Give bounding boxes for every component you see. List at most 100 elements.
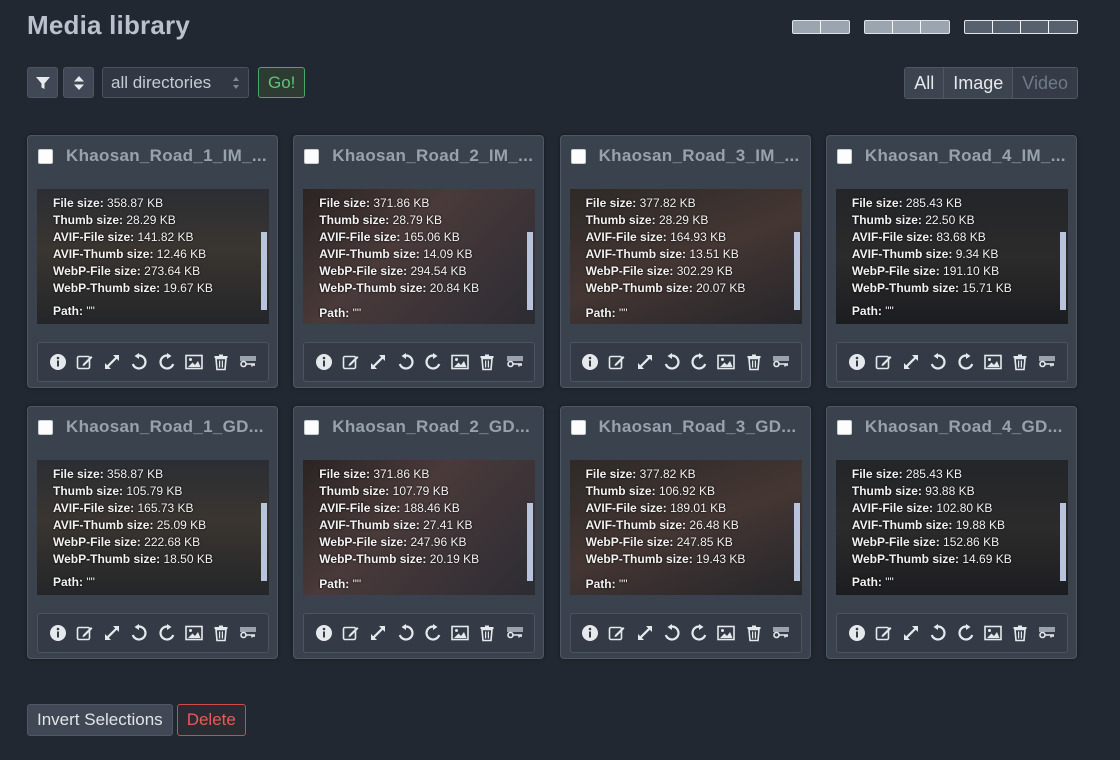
key-button[interactable]	[239, 624, 257, 642]
key-button[interactable]	[239, 353, 257, 371]
type-image-button[interactable]: Image	[944, 68, 1014, 98]
info-button[interactable]	[848, 624, 866, 642]
key-button[interactable]	[772, 353, 790, 371]
trash-button[interactable]	[478, 624, 496, 642]
rotate-left-button[interactable]	[130, 353, 148, 371]
rotate-right-button[interactable]	[424, 353, 442, 371]
media-thumbnail[interactable]: File size: 285.43 KB Thumb size: 22.50 KB…	[835, 189, 1068, 324]
expand-button[interactable]	[902, 353, 920, 371]
trash-button[interactable]	[212, 353, 230, 371]
invert-selections-button[interactable]: Invert Selections	[27, 704, 173, 736]
delete-button[interactable]: Delete	[176, 704, 246, 736]
media-thumbnail[interactable]: File size: 371.86 KB Thumb size: 107.79 K…	[303, 460, 536, 595]
key-button[interactable]	[1038, 353, 1056, 371]
select-checkbox[interactable]	[38, 419, 53, 435]
scrollbar[interactable]	[527, 232, 534, 310]
expand-button[interactable]	[369, 353, 387, 371]
rotate-left-button[interactable]	[663, 624, 681, 642]
go-button[interactable]: Go!	[258, 67, 306, 98]
directory-select[interactable]: all directories	[102, 67, 249, 98]
edit-button[interactable]	[608, 353, 626, 371]
key-button[interactable]	[772, 624, 790, 642]
info-button[interactable]	[581, 353, 599, 371]
filter-button[interactable]	[27, 67, 58, 98]
media-card[interactable]: Khaosan_Road_4_GD... File size: 285.43 KB…	[825, 406, 1077, 659]
info-button[interactable]	[49, 353, 67, 371]
type-all-button[interactable]: All	[905, 68, 945, 98]
trash-button[interactable]	[745, 624, 763, 642]
select-checkbox[interactable]	[304, 419, 320, 435]
scrollbar[interactable]	[261, 503, 267, 581]
scrollbar[interactable]	[1059, 232, 1066, 310]
expand-button[interactable]	[369, 624, 387, 642]
trash-button[interactable]	[745, 353, 763, 371]
scrollbar[interactable]	[1059, 503, 1066, 581]
media-thumbnail[interactable]: File size: 371.86 KB Thumb size: 28.79 KB…	[303, 189, 536, 324]
rotate-right-button[interactable]	[957, 353, 975, 371]
type-video-button[interactable]: Video	[1013, 68, 1077, 98]
trash-button[interactable]	[1011, 353, 1029, 371]
image-button[interactable]	[717, 624, 736, 642]
rotate-right-button[interactable]	[957, 624, 975, 642]
sort-button[interactable]	[63, 67, 94, 98]
image-button[interactable]	[185, 624, 203, 642]
rotate-left-button[interactable]	[929, 353, 947, 371]
scrollbar[interactable]	[793, 503, 800, 581]
select-checkbox[interactable]	[570, 419, 586, 435]
media-card[interactable]: Khaosan_Road_3_IM_... File size: 377.82 K…	[559, 135, 811, 388]
rotate-left-button[interactable]	[397, 353, 415, 371]
media-thumbnail[interactable]: File size: 285.43 KB Thumb size: 93.88 KB…	[835, 460, 1068, 595]
image-button[interactable]	[717, 353, 736, 371]
layout-4-columns-button[interactable]	[964, 20, 1078, 34]
image-button[interactable]	[983, 624, 1002, 642]
image-button[interactable]	[451, 624, 469, 642]
media-thumbnail[interactable]: File size: 377.82 KB Thumb size: 28.29 KB…	[569, 189, 802, 324]
scrollbar[interactable]	[261, 232, 267, 310]
media-card[interactable]: Khaosan_Road_2_IM_... File size: 371.86 K…	[293, 135, 545, 388]
edit-button[interactable]	[875, 624, 893, 642]
rotate-right-button[interactable]	[690, 624, 708, 642]
rotate-left-button[interactable]	[397, 624, 415, 642]
media-card[interactable]: Khaosan_Road_2_GD... File size: 371.86 KB…	[293, 406, 545, 659]
edit-button[interactable]	[608, 624, 626, 642]
key-button[interactable]	[506, 624, 524, 642]
media-card[interactable]: Khaosan_Road_1_GD... File size: 358.87 KB…	[27, 406, 278, 659]
expand-button[interactable]	[103, 624, 121, 642]
select-checkbox[interactable]	[836, 419, 852, 435]
select-checkbox[interactable]	[38, 148, 53, 164]
layout-3-columns-button[interactable]	[864, 20, 950, 34]
trash-button[interactable]	[1011, 624, 1029, 642]
image-button[interactable]	[185, 353, 203, 371]
rotate-left-button[interactable]	[929, 624, 947, 642]
image-button[interactable]	[451, 353, 469, 371]
media-thumbnail[interactable]: File size: 377.82 KB Thumb size: 106.92 K…	[569, 460, 802, 595]
image-button[interactable]	[983, 353, 1002, 371]
info-button[interactable]	[315, 353, 333, 371]
select-checkbox[interactable]	[570, 148, 586, 164]
edit-button[interactable]	[76, 624, 94, 642]
scrollbar[interactable]	[527, 503, 534, 581]
media-thumbnail[interactable]: File size: 358.87 KB Thumb size: 105.79 K…	[37, 460, 269, 595]
rotate-right-button[interactable]	[158, 353, 176, 371]
select-checkbox[interactable]	[304, 148, 320, 164]
trash-button[interactable]	[478, 353, 496, 371]
rotate-right-button[interactable]	[690, 353, 708, 371]
edit-button[interactable]	[342, 353, 360, 371]
media-card[interactable]: Khaosan_Road_3_GD... File size: 377.82 KB…	[559, 406, 811, 659]
info-button[interactable]	[315, 624, 333, 642]
select-checkbox[interactable]	[836, 148, 852, 164]
edit-button[interactable]	[875, 353, 893, 371]
expand-button[interactable]	[103, 353, 121, 371]
info-button[interactable]	[49, 624, 67, 642]
info-button[interactable]	[581, 624, 599, 642]
scrollbar[interactable]	[793, 232, 800, 310]
key-button[interactable]	[506, 353, 524, 371]
edit-button[interactable]	[342, 624, 360, 642]
rotate-left-button[interactable]	[663, 353, 681, 371]
media-thumbnail[interactable]: File size: 358.87 KB Thumb size: 28.29 KB…	[37, 189, 269, 324]
key-button[interactable]	[1038, 624, 1056, 642]
media-card[interactable]: Khaosan_Road_4_IM_... File size: 285.43 K…	[825, 135, 1077, 388]
expand-button[interactable]	[636, 353, 654, 371]
media-card[interactable]: Khaosan_Road_1_IM_... File size: 358.87 K…	[27, 135, 278, 388]
layout-2-columns-button[interactable]	[792, 20, 850, 34]
